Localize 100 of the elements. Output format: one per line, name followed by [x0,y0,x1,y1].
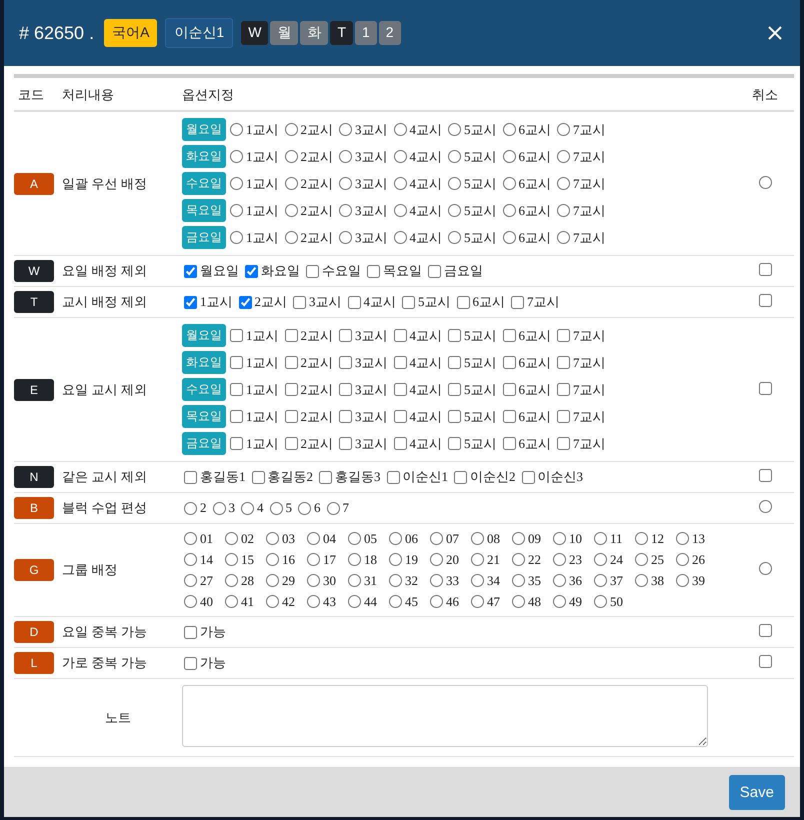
option-input[interactable] [448,123,461,136]
option-input[interactable] [448,437,461,450]
option-input[interactable] [553,595,566,608]
option-input[interactable] [389,574,402,587]
option-input[interactable] [298,502,311,514]
option-input[interactable] [284,383,298,396]
option-input[interactable] [512,595,525,608]
option-input[interactable] [184,470,197,484]
option-input[interactable] [471,553,484,566]
option-input[interactable] [557,177,570,190]
option-input[interactable] [245,264,258,278]
option-input[interactable] [557,150,570,163]
option-input[interactable] [502,231,516,244]
option-input[interactable] [241,502,254,514]
option-input[interactable] [676,574,689,587]
option-input[interactable] [184,502,197,514]
option-input[interactable] [230,231,243,244]
option-input[interactable] [339,177,352,190]
option-input[interactable] [284,231,298,244]
cancel-input[interactable] [758,655,772,668]
option-input[interactable] [502,150,516,163]
option-input[interactable] [511,296,524,308]
option-input[interactable] [339,329,352,342]
option-input[interactable] [502,410,516,423]
option-input[interactable] [635,532,648,545]
option-input[interactable] [557,383,570,396]
option-input[interactable] [635,574,648,587]
option-input[interactable] [266,532,279,545]
note-field[interactable] [182,685,708,747]
option-input[interactable] [394,123,406,136]
option-input[interactable] [225,574,238,587]
option-input[interactable] [230,383,243,396]
option-input[interactable] [293,296,306,308]
option-input[interactable] [502,437,516,450]
option-input[interactable] [284,437,298,450]
option-input[interactable] [454,470,467,484]
option-input[interactable] [389,553,402,566]
option-input[interactable] [230,437,243,450]
option-input[interactable] [326,502,340,514]
option-input[interactable] [553,532,566,545]
option-input[interactable] [230,329,243,342]
option-input[interactable] [448,204,461,217]
option-input[interactable] [184,532,197,545]
option-input[interactable] [394,177,406,190]
option-input[interactable] [184,656,197,670]
option-input[interactable] [266,574,279,587]
option-input[interactable] [502,383,516,396]
option-input[interactable] [430,532,443,545]
option-input[interactable] [502,356,516,369]
option-input[interactable] [339,204,352,217]
option-input[interactable] [394,231,406,244]
option-input[interactable] [339,383,352,396]
option-input[interactable] [676,532,689,545]
option-input[interactable] [389,595,402,608]
option-input[interactable] [448,383,461,396]
option-input[interactable] [284,356,298,369]
option-input[interactable] [307,595,320,608]
option-input[interactable] [557,437,570,450]
option-input[interactable] [594,574,607,587]
option-input[interactable] [339,437,352,450]
option-input[interactable] [339,150,352,163]
option-input[interactable] [284,204,298,217]
option-input[interactable] [471,595,484,608]
option-input[interactable] [394,356,406,369]
option-input[interactable] [230,410,243,423]
option-input[interactable] [225,532,238,545]
cancel-input[interactable] [758,562,772,575]
option-input[interactable] [430,574,443,587]
option-input[interactable] [553,574,566,587]
option-input[interactable] [184,626,197,638]
option-input[interactable] [557,410,570,423]
option-input[interactable] [389,532,402,545]
option-input[interactable] [230,177,243,190]
option-input[interactable] [635,553,648,566]
option-input[interactable] [339,231,352,244]
option-input[interactable] [394,329,406,342]
option-input[interactable] [557,231,570,244]
option-input[interactable] [428,264,441,278]
option-input[interactable] [553,553,566,566]
option-input[interactable] [307,574,320,587]
option-input[interactable] [307,553,320,566]
option-input[interactable] [594,532,607,545]
save-button[interactable]: Save [728,774,785,810]
close-icon[interactable] [767,25,783,41]
option-input[interactable] [319,470,332,484]
option-input[interactable] [230,123,243,136]
option-input[interactable] [448,329,461,342]
option-input[interactable] [522,470,534,484]
option-input[interactable] [284,329,298,342]
option-input[interactable] [348,574,361,587]
cancel-input[interactable] [758,624,772,637]
option-input[interactable] [430,553,443,566]
option-input[interactable] [502,123,516,136]
option-input[interactable] [502,204,516,217]
option-input[interactable] [230,356,243,369]
option-input[interactable] [184,595,197,608]
option-input[interactable] [184,553,197,566]
option-input[interactable] [252,470,264,484]
option-input[interactable] [348,296,360,308]
cancel-input[interactable] [758,382,772,394]
